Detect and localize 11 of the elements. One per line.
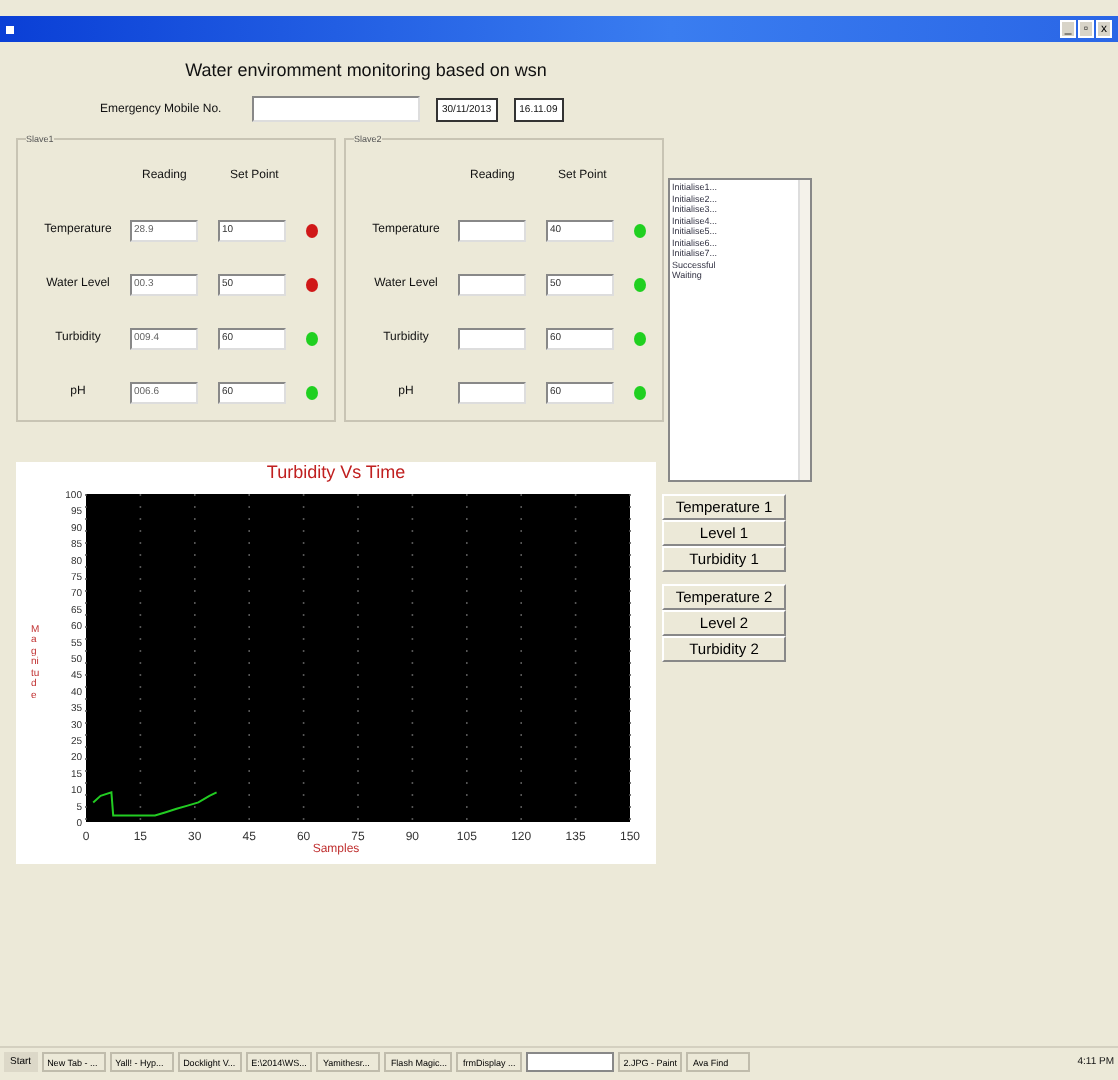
form-heading: Water enviromment monitoring based on wsn	[183, 60, 549, 80]
reading-field[interactable]	[458, 273, 526, 295]
reading-field[interactable]	[458, 327, 526, 349]
scrollbar[interactable]	[798, 180, 810, 480]
reading-field[interactable]	[458, 381, 526, 403]
chart-title: Turbidity Vs Time	[266, 462, 406, 482]
mobile-number-field[interactable]	[252, 96, 420, 122]
app-icon	[6, 25, 14, 33]
taskbar-item[interactable]	[525, 1052, 614, 1072]
reading-field[interactable]	[458, 219, 526, 241]
data-line	[91, 791, 217, 817]
